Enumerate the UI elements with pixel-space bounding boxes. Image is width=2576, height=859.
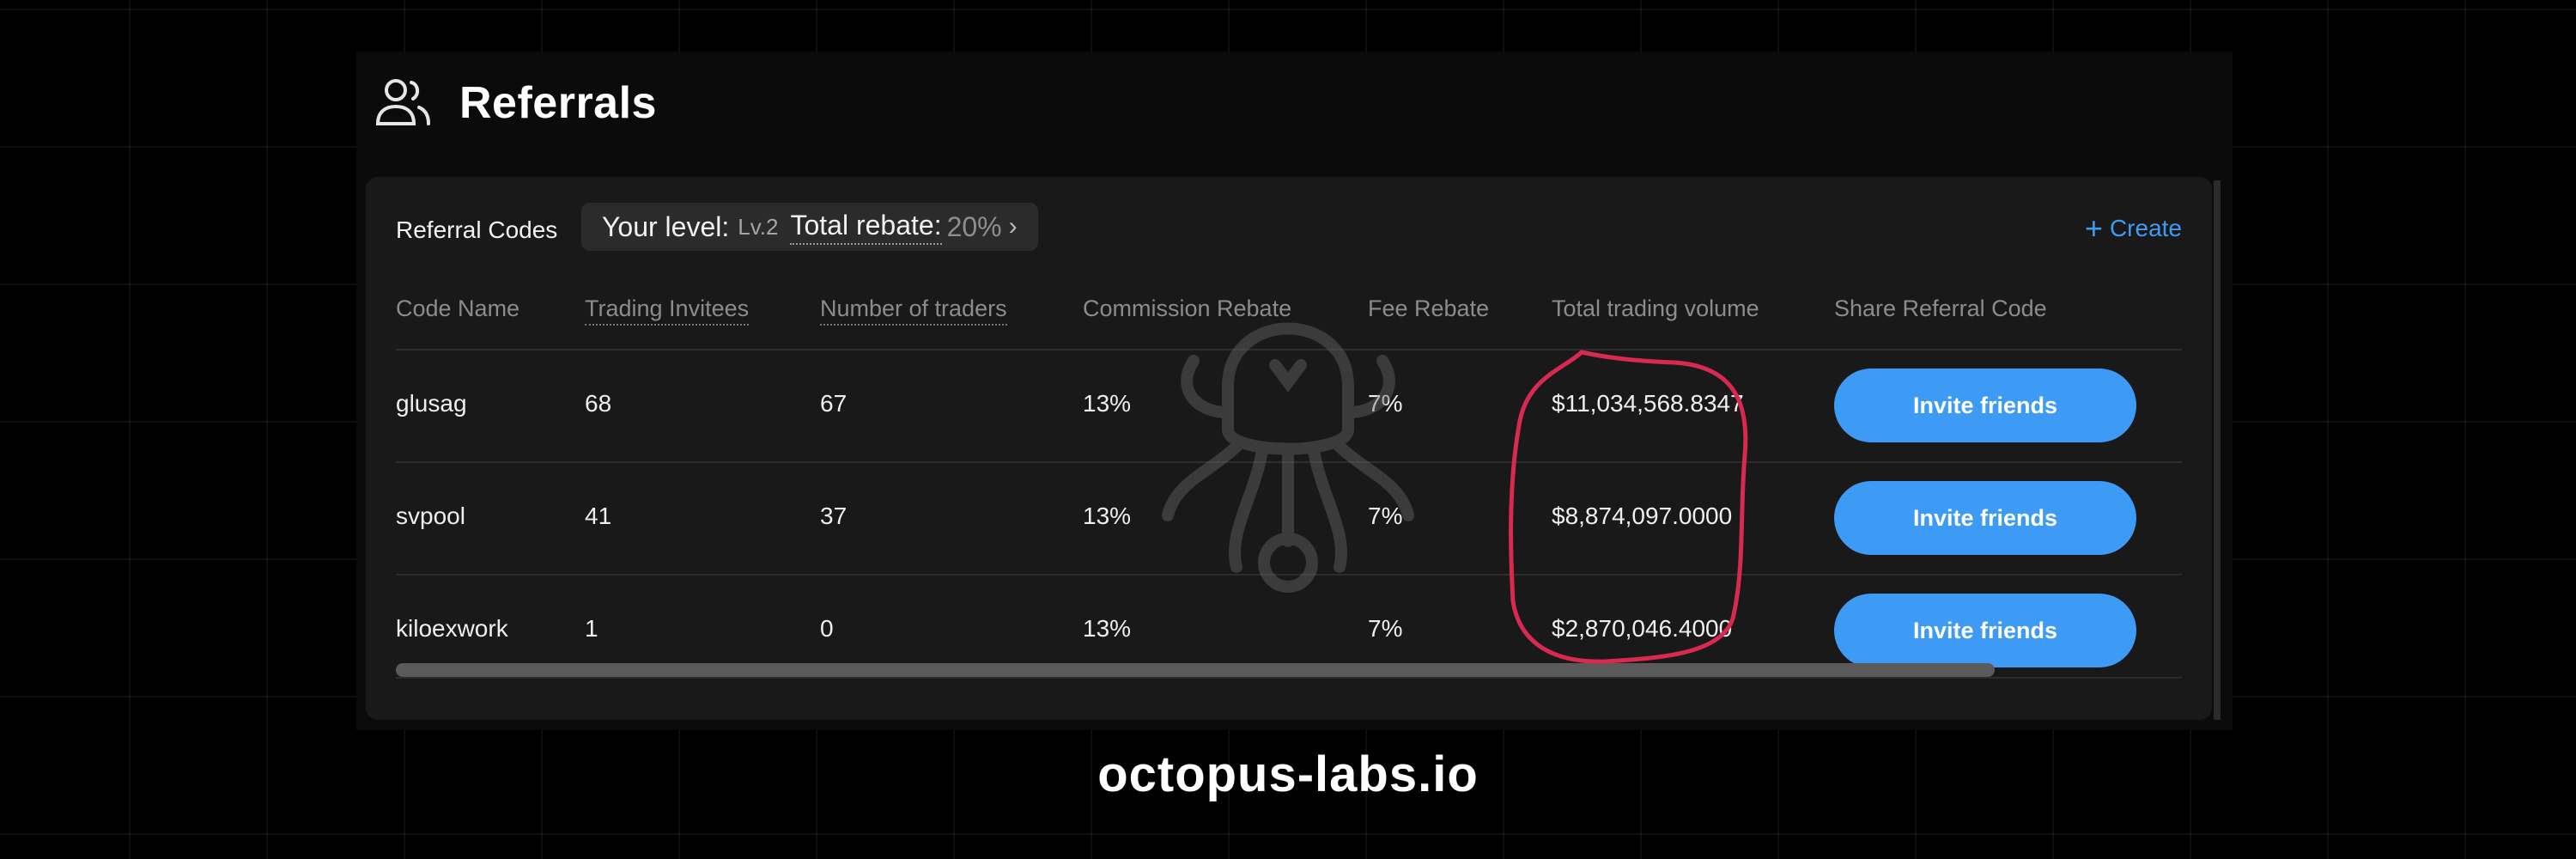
code-name-cell: svpool (396, 503, 465, 529)
create-button[interactable]: + Create (2085, 213, 2182, 244)
horizontal-scrollbar[interactable] (396, 663, 1995, 677)
invitees-cell: 68 (585, 390, 612, 417)
code-name-cell: glusag (396, 390, 467, 417)
volume-cell: $8,874,097.0000 (1552, 503, 1733, 529)
card-toolbar: Referral Codes Your level: Lv.2 Total re… (396, 203, 2182, 251)
total-rebate-value: 20% (946, 210, 1002, 242)
volume-cell: $2,870,046.4000 (1552, 615, 1733, 642)
col-share-referral-code: Share Referral Code (1834, 295, 2047, 321)
invite-friends-button[interactable]: Invite friends (1834, 481, 2136, 555)
card-scroll-edge (2214, 180, 2221, 720)
col-trading-invitees-label: Trading Invitees (585, 295, 750, 326)
fee-cell: 7% (1368, 615, 1403, 642)
commission-cell: 13% (1083, 390, 1132, 417)
fee-cell: 7% (1368, 503, 1403, 529)
table-header: Code Name Trading Invitees Number of tra… (396, 263, 2182, 350)
col-commission-rebate: Commission Rebate (1083, 295, 1292, 321)
plus-icon: + (2084, 210, 2103, 246)
table-bottom-divider (396, 677, 2182, 679)
level-label: Your level: (602, 210, 730, 242)
invitees-cell: 1 (585, 615, 598, 642)
col-code-name: Code Name (396, 295, 520, 321)
traders-cell: 67 (820, 390, 848, 417)
col-number-of-traders[interactable]: Number of traders (820, 295, 1007, 326)
level-rebate-pill[interactable]: Your level: Lv.2 Total rebate: 20% › (581, 203, 1038, 251)
level-value: Lv.2 (738, 213, 779, 240)
col-number-of-traders-label: Number of traders (820, 295, 1007, 326)
page-title: Referrals (459, 78, 657, 128)
code-name-cell: kiloexwork (396, 615, 508, 642)
chevron-right-icon: › (1008, 212, 1018, 241)
referral-table: Code Name Trading Invitees Number of tra… (396, 263, 2182, 686)
total-rebate-label: Total rebate: (790, 210, 942, 245)
volume-cell: $11,034,568.8347 (1552, 390, 1744, 417)
commission-cell: 13% (1083, 503, 1132, 529)
table-row: svpool 41 37 13% 7% $8,874,097.0000 Invi… (396, 463, 2182, 576)
traders-cell: 37 (820, 503, 848, 529)
brand-footer: octopus-labs.io (1097, 746, 1479, 802)
users-icon (375, 79, 430, 125)
col-fee-rebate: Fee Rebate (1368, 295, 1490, 321)
invite-friends-button[interactable]: Invite friends (1834, 369, 2136, 442)
referral-codes-card: Referral Codes Your level: Lv.2 Total re… (366, 177, 2212, 720)
col-trading-invitees[interactable]: Trading Invitees (585, 295, 750, 326)
invite-friends-button[interactable]: Invite friends (1834, 594, 2136, 667)
col-total-trading-volume: Total trading volume (1552, 295, 1759, 321)
referral-codes-label: Referral Codes (396, 216, 558, 243)
page-header: Referrals (374, 73, 657, 133)
create-label: Create (2109, 215, 2182, 241)
fee-cell: 7% (1368, 390, 1403, 417)
table-row: glusag 68 67 13% 7% $11,034,568.8347 Inv… (396, 350, 2182, 463)
traders-cell: 0 (820, 615, 834, 642)
invitees-cell: 41 (585, 503, 612, 529)
commission-cell: 13% (1083, 615, 1132, 642)
